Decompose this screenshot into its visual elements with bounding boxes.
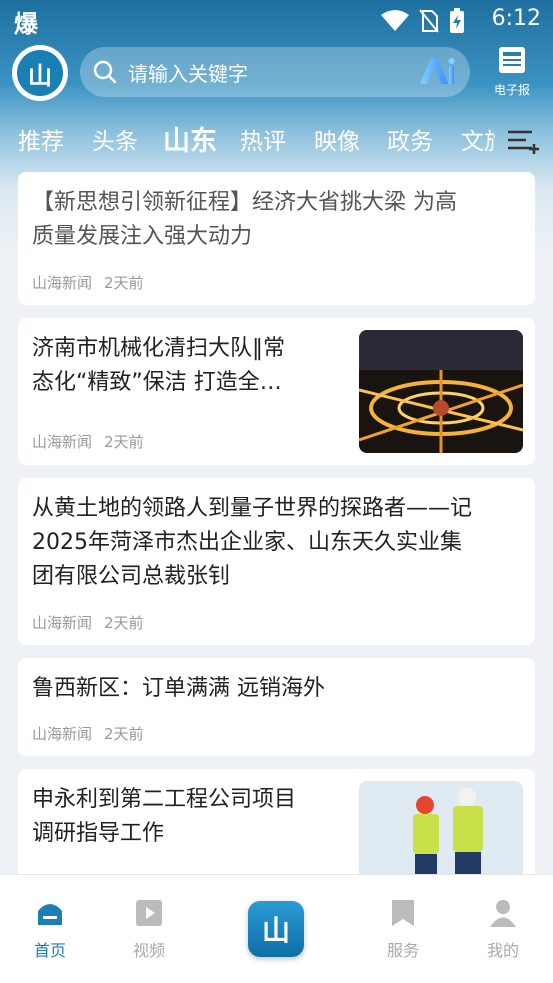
news-title: 从黄土地的领路人到量子世界的探路者——记 2025年菏泽市杰出企业家、山东天久实… xyxy=(32,496,473,589)
news-meta: 山海新闻 2天前 xyxy=(32,723,144,744)
search-icon xyxy=(93,60,117,84)
news-title: 申永利到第二工程公司项目 调研指导工作 xyxy=(32,787,297,846)
no-sim-icon xyxy=(419,9,439,33)
channel-tabs: 推荐 头条 山东 热评 映像 政务 文旅 xyxy=(0,112,553,168)
nav-home[interactable]: 首页 xyxy=(10,895,90,961)
news-time: 2天前 xyxy=(104,614,144,632)
news-card[interactable]: 从黄土地的领路人到量子世界的探路者——记 2025年菏泽市杰出企业家、山东天久实… xyxy=(18,478,535,645)
tab-images[interactable]: 映像 xyxy=(314,122,360,156)
tab-headlines[interactable]: 头条 xyxy=(92,122,138,156)
center-app-button[interactable]: 山 xyxy=(248,901,304,957)
news-title: 济南市机械化清扫大队‖常 态化“精致”保洁 打造全… xyxy=(32,336,286,395)
nav-video[interactable]: 视频 xyxy=(109,895,189,961)
bookmark-icon xyxy=(392,900,414,926)
news-source: 山海新闻 xyxy=(32,614,93,632)
nav-video-label: 视频 xyxy=(132,941,165,960)
tab-government[interactable]: 政务 xyxy=(387,122,433,156)
logo-mark: 山 xyxy=(17,50,63,96)
app-logo[interactable]: 山 xyxy=(12,45,68,101)
news-card[interactable]: 【新思想引领新征程】经济大省挑大梁 为高 质量发展注入强大动力 山海新闻 2天前 xyxy=(18,172,535,305)
news-source: 山海新闻 xyxy=(32,274,93,292)
center-logo-icon: 山 xyxy=(261,914,290,947)
top-header: 山 请输入关键字 电子报 xyxy=(0,40,553,104)
epaper-label: 电子报 xyxy=(493,83,530,97)
person-icon xyxy=(490,900,516,927)
tab-shandong[interactable]: 山东 xyxy=(163,119,217,158)
news-thumbnail xyxy=(359,330,523,453)
nav-services[interactable]: 服务 xyxy=(363,895,443,961)
news-time: 2天前 xyxy=(104,433,144,451)
news-card[interactable]: 鲁西新区：订单满满 远销海外 山海新闻 2天前 xyxy=(18,658,535,756)
home-icon xyxy=(38,904,62,925)
news-meta: 山海新闻 2天前 xyxy=(32,431,144,452)
news-card[interactable]: 申永利到第二工程公司项目 调研指导工作 xyxy=(18,769,535,874)
news-time: 2天前 xyxy=(104,274,144,292)
status-bar: 爆 6:12 xyxy=(0,0,553,40)
ai-assistant-icon[interactable] xyxy=(418,56,456,86)
nav-profile-label: 我的 xyxy=(486,941,519,960)
nav-home-label: 首页 xyxy=(33,941,66,960)
search-bar[interactable]: 请输入关键字 xyxy=(80,47,470,97)
nav-services-label: 服务 xyxy=(386,941,419,960)
news-time: 2天前 xyxy=(104,725,144,743)
wifi-icon xyxy=(381,10,409,31)
bottom-navigation: 首页 视频 山 服务 我的 xyxy=(0,874,553,983)
tab-commentary[interactable]: 热评 xyxy=(240,122,286,156)
news-card[interactable]: 济南市机械化清扫大队‖常 态化“精致”保洁 打造全… 山海新闻 2天前 xyxy=(18,318,535,465)
epaper-button[interactable]: 电子报 xyxy=(484,45,540,101)
news-meta: 山海新闻 2天前 xyxy=(32,272,144,293)
news-title: 【新思想引领新征程】经济大省挑大梁 为高 质量发展注入强大动力 xyxy=(32,190,457,249)
clock: 6:12 xyxy=(491,6,541,31)
news-source: 山海新闻 xyxy=(32,433,93,451)
nav-profile[interactable]: 我的 xyxy=(463,895,543,961)
news-source: 山海新闻 xyxy=(32,725,93,743)
video-play-icon xyxy=(136,900,162,926)
search-placeholder: 请输入关键字 xyxy=(128,61,248,86)
battery-charging-icon xyxy=(450,8,464,33)
tab-recommend[interactable]: 推荐 xyxy=(18,122,64,156)
channel-menu-icon[interactable] xyxy=(498,120,548,160)
tab-culture-tourism[interactable]: 文旅 xyxy=(461,122,495,156)
newspaper-icon xyxy=(499,47,525,73)
notification-glyph: 爆 xyxy=(14,10,38,38)
news-title: 鲁西新区：订单满满 远销海外 xyxy=(32,676,325,701)
news-meta: 山海新闻 2天前 xyxy=(32,612,144,633)
news-thumbnail xyxy=(359,781,523,874)
